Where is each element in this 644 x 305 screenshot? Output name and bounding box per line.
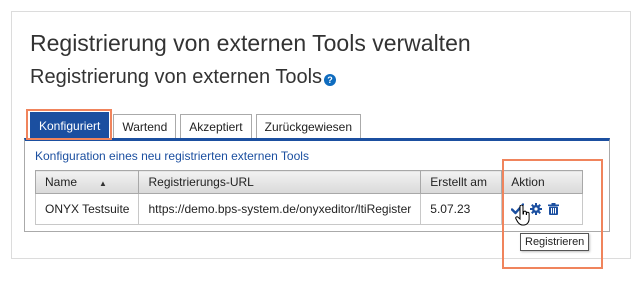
cell-actions xyxy=(501,193,584,225)
page-title: Registrierung von externen Tools verwalt… xyxy=(30,30,471,56)
tab-zurueckgewiesen[interactable]: Zurückgewiesen xyxy=(255,114,362,138)
section-heading: Registrierung von externen Tools ? xyxy=(30,66,337,89)
cell-url: https://demo.bps-system.de/onyxeditor/lt… xyxy=(138,193,422,225)
section-caption: Konfiguration eines neu registrierten ex… xyxy=(35,149,309,163)
tools-table: Name ▲ Registrierungs-URL Erstellt am Akt… xyxy=(34,170,584,225)
column-header-name-label: Name xyxy=(45,175,78,189)
hand-cursor-icon xyxy=(515,204,531,232)
column-header-created[interactable]: Erstellt am xyxy=(420,170,503,194)
tab-bar: Konfiguriert Wartend Akzeptiert Zurückge… xyxy=(30,112,362,138)
trash-icon[interactable] xyxy=(548,203,560,215)
column-header-action: Aktion xyxy=(501,170,584,194)
column-header-name[interactable]: Name ▲ xyxy=(34,170,140,194)
column-header-url[interactable]: Registrierungs-URL xyxy=(138,170,422,194)
tab-konfiguriert[interactable]: Konfiguriert xyxy=(30,112,110,138)
table-header-row: Name ▲ Registrierungs-URL Erstellt am Akt… xyxy=(34,170,584,194)
sort-ascending-icon: ▲ xyxy=(99,179,107,188)
tab-wartend[interactable]: Wartend xyxy=(113,114,177,138)
section-heading-text: Registrierung von externen Tools xyxy=(30,66,323,88)
table-row: ONYX Testsuite https://demo.bps-system.d… xyxy=(34,193,584,225)
cell-created: 5.07.23 xyxy=(420,193,503,225)
tooltip: Registrieren xyxy=(520,233,590,251)
gear-icon[interactable] xyxy=(530,203,543,215)
question-circle-icon[interactable]: ? xyxy=(324,73,337,86)
tab-akzeptiert[interactable]: Akzeptiert xyxy=(180,114,252,138)
cell-name: ONYX Testsuite xyxy=(34,193,140,225)
